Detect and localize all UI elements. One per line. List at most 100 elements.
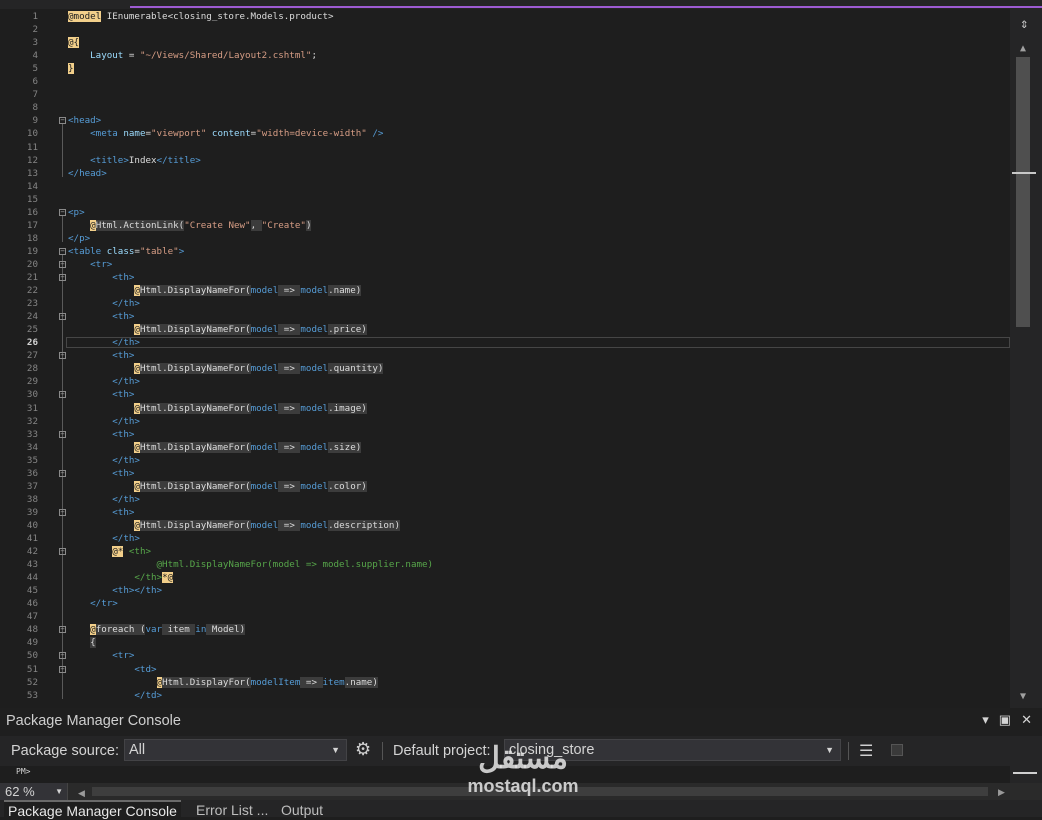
tab-package-manager-console[interactable]: Package Manager Console <box>4 800 181 820</box>
code-line[interactable]: 43 @Html.DisplayNameFor(model => model.s… <box>0 558 1010 571</box>
scrollbar-thumb[interactable] <box>1016 57 1030 327</box>
code-line[interactable]: 30 − <th> <box>0 388 1010 401</box>
collapse-icon[interactable]: − <box>59 260 66 268</box>
collapse-icon[interactable]: − <box>59 469 66 477</box>
package-source-select[interactable]: All ▼ <box>124 739 347 761</box>
code-line[interactable]: 40 @Html.DisplayNameFor(model => model.d… <box>0 519 1010 532</box>
code-line[interactable]: 9 − <head> <box>0 114 1010 127</box>
collapse-icon[interactable]: − <box>59 430 66 438</box>
stop-icon[interactable] <box>891 744 903 756</box>
editor-vertical-scrollbar[interactable]: ⇕ ▲ ▼ <box>1010 9 1042 708</box>
code-line[interactable]: 49 { <box>0 636 1010 649</box>
line-number: 43 <box>26 559 38 571</box>
code-line[interactable]: 12 <title>Index</title> <box>0 154 1010 167</box>
code-line[interactable]: 35 </th> <box>0 454 1010 467</box>
code-line[interactable]: 16 − <p> <box>0 206 1010 219</box>
code-line[interactable]: 51 − <td> <box>0 663 1010 676</box>
code-line[interactable]: 11 <box>0 141 1010 154</box>
code-line[interactable]: 6 <box>0 75 1010 88</box>
code-token: model <box>250 441 279 453</box>
code-line[interactable]: 23 </th> <box>0 297 1010 310</box>
code-line[interactable]: 18 </p> <box>0 232 1010 245</box>
code-line[interactable]: 8 <box>0 101 1010 114</box>
collapse-icon[interactable]: − <box>59 247 66 255</box>
code-line[interactable]: 3 @{ <box>0 36 1010 49</box>
code-line[interactable]: 44 </th>*@ <box>0 571 1010 584</box>
collapse-icon[interactable]: − <box>59 274 66 281</box>
code-line[interactable]: 19 − <table class="table"> <box>0 245 1010 258</box>
code-line[interactable]: 37 @Html.DisplayNameFor(model => model.c… <box>0 480 1010 493</box>
code-line[interactable]: 10 <meta name="viewport" content="width=… <box>0 127 1010 140</box>
collapse-icon[interactable]: − <box>59 652 66 660</box>
code-line[interactable]: 52 @Html.DisplayFor(modelItem => item.na… <box>0 676 1010 689</box>
code-line[interactable]: 34 @Html.DisplayNameFor(model => model.s… <box>0 441 1010 454</box>
collapse-icon[interactable]: − <box>59 208 66 216</box>
code-editor[interactable]: 1 @model IEnumerable<closing_store.Models… <box>0 9 1010 708</box>
code-line[interactable]: 4 Layout = "~/Views/Shared/Layout2.cshtm… <box>0 49 1010 62</box>
code-text: <table class="table"> <box>68 245 184 258</box>
code-line[interactable]: 13 </head> <box>0 167 1010 180</box>
collapse-icon[interactable]: − <box>59 313 66 321</box>
scroll-right-icon[interactable]: ▶ <box>998 787 1005 798</box>
collapse-icon[interactable]: − <box>59 352 66 360</box>
panel-dropdown-icon[interactable]: ▾ <box>982 712 989 728</box>
code-line[interactable]: 46 </tr> <box>0 597 1010 610</box>
code-line[interactable]: 17 @Html.ActionLink("Create New", "Creat… <box>0 219 1010 232</box>
code-line[interactable]: 26 </th> <box>0 336 1010 349</box>
code-line[interactable]: 28 @Html.DisplayNameFor(model => model.q… <box>0 362 1010 375</box>
code-line[interactable]: 39 − <th> <box>0 506 1010 519</box>
code-token: </th> <box>134 572 163 584</box>
code-line[interactable]: 50 − <tr> <box>0 649 1010 662</box>
code-line[interactable]: 42 − @* <th> <box>0 545 1010 558</box>
code-line[interactable]: 38 </th> <box>0 493 1010 506</box>
clear-console-icon[interactable]: ☰ <box>859 741 873 761</box>
collapse-icon[interactable]: − <box>59 391 66 399</box>
scroll-up-icon[interactable]: ▲ <box>1020 43 1026 54</box>
code-token: Html.DisplayNameFor( <box>139 441 251 453</box>
scroll-left-icon[interactable]: ◀ <box>78 788 85 799</box>
code-line[interactable]: 31 @Html.DisplayNameFor(model => model.i… <box>0 402 1010 415</box>
line-number: 20 <box>26 258 38 270</box>
maximize-icon[interactable]: ▣ <box>999 712 1011 728</box>
code-line[interactable]: 14 <box>0 180 1010 193</box>
code-line[interactable]: 29 </th> <box>0 375 1010 388</box>
zoom-select[interactable]: 62 % ▼ <box>0 783 68 800</box>
tab-output[interactable]: Output <box>281 801 323 819</box>
code-line[interactable]: 32 </th> <box>0 415 1010 428</box>
code-line[interactable]: 24 − <th> <box>0 310 1010 323</box>
code-line[interactable]: 41 </th> <box>0 532 1010 545</box>
code-line[interactable]: 27 − <th> <box>0 349 1010 362</box>
scroll-down-icon[interactable]: ▼ <box>1020 691 1026 702</box>
code-line[interactable]: 47 <box>0 610 1010 623</box>
split-window-icon[interactable]: ⇕ <box>1020 17 1028 31</box>
collapse-icon[interactable]: − <box>59 508 66 516</box>
code-line[interactable]: 2 <box>0 23 1010 36</box>
close-icon[interactable]: ✕ <box>1021 712 1032 728</box>
watermark-arabic: مستقل <box>478 742 568 775</box>
code-line[interactable]: 5} <box>0 62 1010 75</box>
code-line[interactable]: 53 </td> <box>0 689 1010 702</box>
code-line[interactable]: 45 <th></th> <box>0 584 1010 597</box>
gear-icon[interactable]: ⚙ <box>355 739 371 760</box>
collapse-icon[interactable]: − <box>59 117 66 125</box>
code-line[interactable]: 1 @model IEnumerable<closing_store.Models… <box>0 10 1010 23</box>
tab-error-list[interactable]: Error List ... <box>196 801 268 819</box>
code-line[interactable]: 48 − @foreach (var item in Model) <box>0 623 1010 636</box>
code-line[interactable]: 33 − <th> <box>0 428 1010 441</box>
code-token: @ <box>90 219 96 231</box>
code-line[interactable]: 36 − <th> <box>0 467 1010 480</box>
code-line[interactable]: 15 <box>0 193 1010 206</box>
collapse-icon[interactable]: − <box>59 626 66 634</box>
collapse-icon[interactable]: − <box>59 665 66 673</box>
code-line[interactable]: 7 <box>0 88 1010 101</box>
code-text: <th> <box>68 467 134 480</box>
code-line[interactable]: 20 − <tr> <box>0 258 1010 271</box>
collapse-icon[interactable]: − <box>59 548 66 556</box>
code-token: { <box>90 637 96 649</box>
code-line[interactable]: 25 @Html.DisplayNameFor(model => model.p… <box>0 323 1010 336</box>
code-line[interactable]: 22 @Html.DisplayNameFor(model => model.n… <box>0 284 1010 297</box>
code-token: modelItem <box>250 676 301 688</box>
code-line[interactable]: 21 − <th> <box>0 271 1010 284</box>
